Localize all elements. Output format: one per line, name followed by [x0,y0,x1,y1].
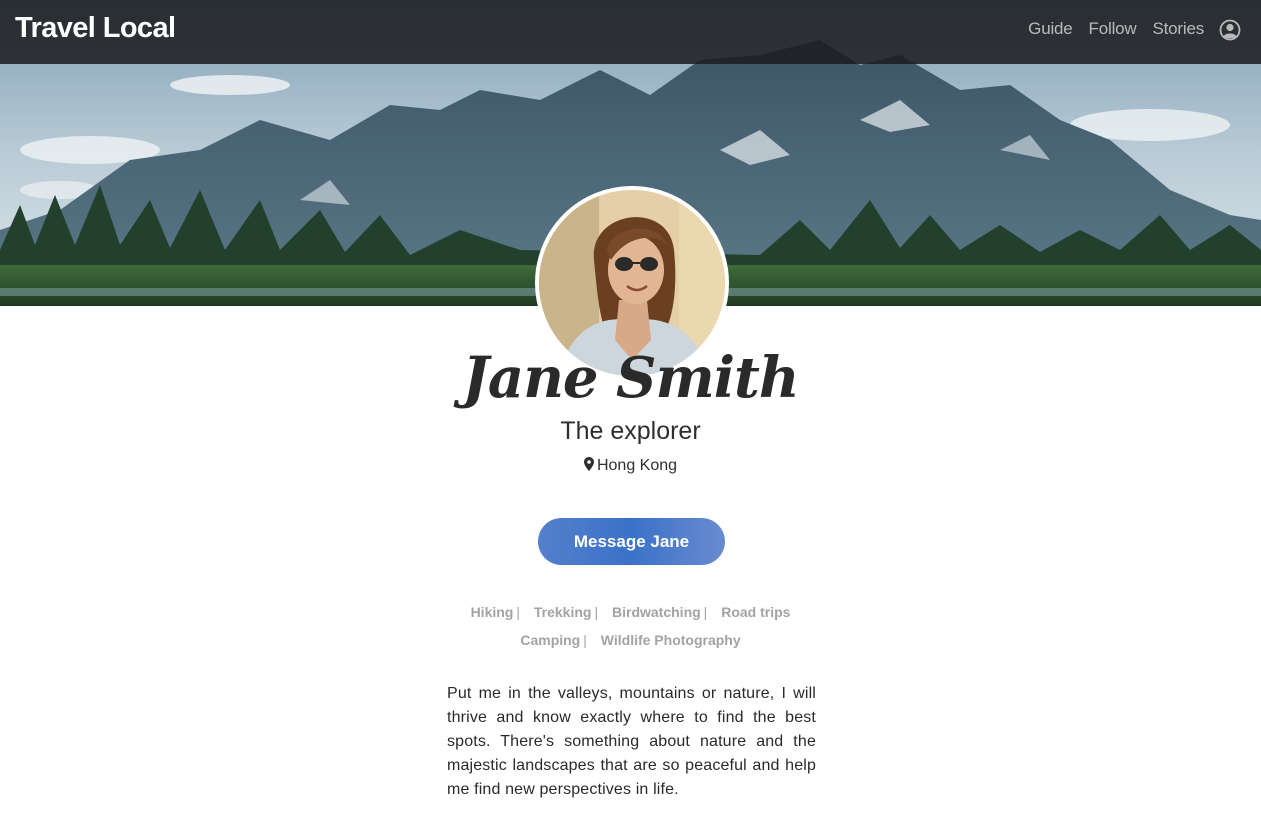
user-account-icon[interactable] [1219,19,1241,41]
nav-link-guide[interactable]: Guide [1028,19,1073,39]
interest-tag[interactable]: Camping [520,632,580,648]
separator: | [516,604,520,620]
profile-tagline: The explorer [560,417,701,445]
profile-bio: Put me in the valleys, mountains or natu… [447,685,816,798]
map-pin-icon [583,457,594,471]
location-text: Hong Kong [596,457,678,474]
interest-tag[interactable]: Road trips [721,604,790,620]
profile-name: Jane Smith [462,345,799,411]
profile-location: Hong Kong [0,457,1261,475]
navbar: Travel Local Guide Follow Stories [0,0,1261,64]
separator: | [703,604,708,620]
nav-links: Guide Follow Stories [1028,19,1204,39]
interest-tag[interactable]: Hiking [471,604,514,620]
interest-tag[interactable]: Wildlife Photography [601,632,741,648]
nav-link-follow[interactable]: Follow [1089,19,1137,39]
brand-logo[interactable]: Travel Local [15,12,176,45]
separator: | [583,632,587,648]
interests-list: Hiking | Trekking | Birdwatching | Road tri… [440,598,821,654]
interest-tag[interactable]: Trekking [534,604,592,620]
nav-link-stories[interactable]: Stories [1152,19,1204,39]
message-button[interactable]: Message Jane [538,518,725,565]
interest-tag[interactable]: Birdwatching [612,604,701,620]
separator: | [594,604,599,620]
